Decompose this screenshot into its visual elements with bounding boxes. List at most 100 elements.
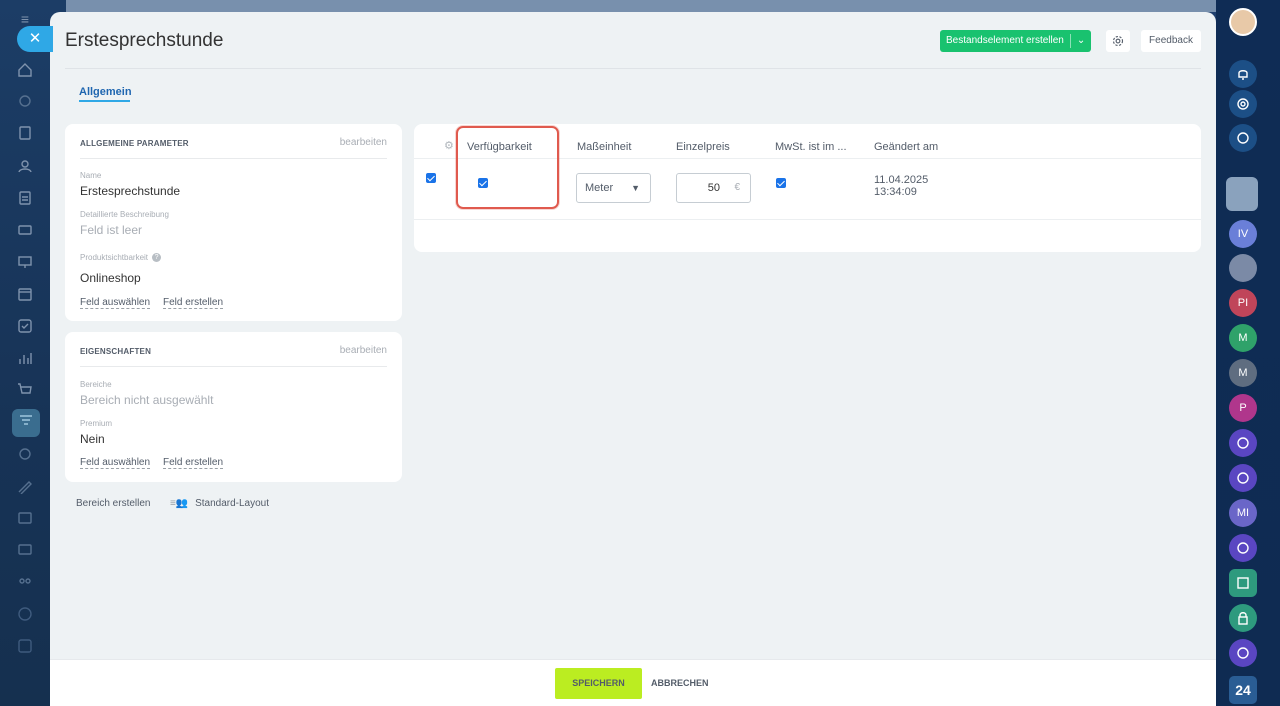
checklist-icon[interactable]: [1229, 569, 1257, 597]
changed-date: 11.04.2025: [874, 174, 929, 186]
create-field-link[interactable]: Feld erstellen: [163, 297, 224, 309]
avatar-mi[interactable]: MI: [1229, 499, 1257, 527]
product-slider: Erstesprechstunde Bestandselement erstel…: [50, 12, 1216, 706]
split-separator: [1069, 34, 1071, 48]
edit-link[interactable]: bearbeiten: [340, 345, 387, 356]
openline-icon-4[interactable]: [1229, 639, 1257, 667]
changed-at: 11.04.2025 13:34:09: [874, 174, 928, 198]
user-avatar[interactable]: [1229, 8, 1257, 36]
areas-value: Bereich nicht ausgewählt: [80, 393, 214, 407]
save-button[interactable]: SPEICHERN: [555, 668, 642, 699]
standard-layout-link[interactable]: ≡👥 Standard-Layout: [170, 498, 269, 509]
create-area-link[interactable]: Bereich erstellen: [76, 498, 150, 509]
areas-label: Bereiche: [80, 380, 112, 389]
sign-icon[interactable]: [16, 478, 34, 496]
select-field-link[interactable]: Feld auswählen: [80, 297, 151, 309]
cart-icon[interactable]: [16, 382, 34, 400]
general-parameters-card: ALLGEMEINE PARAMETER bearbeiten Name Ers…: [65, 124, 402, 321]
card-heading: ALLGEMEINE PARAMETER: [80, 139, 189, 148]
chat-icon[interactable]: [16, 542, 34, 560]
description-label: Detaillierte Beschreibung: [80, 210, 169, 219]
row-select-checkbox[interactable]: [426, 173, 436, 183]
avatar-m2[interactable]: M: [1229, 359, 1257, 387]
standard-layout-label: Standard-Layout: [195, 498, 270, 509]
create-field-link[interactable]: Feld erstellen: [163, 457, 224, 469]
chevron-down-icon: ▼: [631, 183, 640, 193]
column-header-price[interactable]: Einzelpreis: [676, 141, 730, 153]
column-header-unit[interactable]: Maßeinheit: [577, 141, 631, 153]
availability-highlight-frame: [456, 126, 559, 209]
visibility-label-text: Produktsichtbarkeit: [80, 253, 149, 262]
select-field-link[interactable]: Feld auswählen: [80, 457, 151, 469]
help-icon[interactable]: [16, 606, 34, 624]
visibility-label: Produktsichtbarkeit?: [80, 253, 162, 263]
home-icon[interactable]: [16, 62, 34, 80]
target-icon[interactable]: [16, 446, 34, 464]
bell-icon[interactable]: [1229, 60, 1257, 88]
feedback-button[interactable]: Feedback: [1141, 30, 1201, 52]
price-input[interactable]: 50 €: [676, 173, 751, 203]
card-icon[interactable]: [16, 222, 34, 240]
unit-value: Meter: [585, 182, 614, 194]
help-question-icon[interactable]: ?: [152, 253, 162, 263]
avatar-photo[interactable]: [1229, 254, 1257, 282]
box-icon[interactable]: [16, 510, 34, 528]
avatar-iv[interactable]: IV: [1229, 220, 1257, 248]
file-icon[interactable]: [16, 190, 34, 208]
more-icon[interactable]: [16, 638, 34, 656]
avatar-p[interactable]: P: [1229, 394, 1257, 422]
column-settings-gear-icon[interactable]: ⚙: [444, 139, 454, 152]
gear-icon: [1112, 35, 1124, 47]
presentation-icon[interactable]: [16, 254, 34, 272]
avatar-pi[interactable]: PI: [1229, 289, 1257, 317]
price-value: 50: [707, 182, 720, 194]
chevron-down-icon[interactable]: ⌄: [1077, 30, 1085, 52]
card-divider: [80, 366, 387, 367]
tab-allgemein[interactable]: Allgemein: [79, 86, 132, 98]
header-divider: [65, 68, 1201, 69]
openline-icon-1[interactable]: [1229, 429, 1257, 457]
name-label: Name: [80, 171, 102, 180]
lock-icon[interactable]: [1229, 604, 1257, 632]
card-divider: [80, 158, 387, 159]
tasks-icon[interactable]: [16, 318, 34, 336]
properties-card: EIGENSCHAFTEN bearbeiten Bereiche Bereic…: [65, 332, 402, 482]
table-row-divider: [414, 219, 1201, 220]
edit-link[interactable]: bearbeiten: [340, 137, 387, 148]
catalog-icon[interactable]: [12, 409, 40, 437]
cancel-button[interactable]: ABBRECHEN: [651, 668, 709, 699]
close-icon: ✕: [28, 30, 42, 47]
spiral-icon[interactable]: [1229, 90, 1257, 118]
search-chat-icon[interactable]: [1229, 124, 1257, 152]
analytics-icon[interactable]: [16, 350, 34, 368]
currency-symbol: €: [734, 182, 740, 193]
app-top-background: [66, 0, 1216, 12]
group-icon[interactable]: [16, 574, 34, 592]
avatar-m1[interactable]: M: [1229, 324, 1257, 352]
form-footer: SPEICHERN ABBRECHEN: [50, 659, 1216, 706]
puzzle-icon[interactable]: [16, 93, 34, 111]
premium-value: Nein: [80, 432, 105, 446]
openline-icon-2[interactable]: [1229, 464, 1257, 492]
visibility-value: Onlineshop: [80, 271, 141, 285]
card-heading: EIGENSCHAFTEN: [80, 347, 152, 356]
calendar-icon[interactable]: [16, 286, 34, 304]
vat-included-checkbox[interactable]: [776, 178, 786, 188]
description-value: Feld ist leer: [80, 223, 143, 237]
contacts-icon[interactable]: [16, 158, 34, 176]
unit-select[interactable]: Meter ▼: [576, 173, 651, 203]
settings-button[interactable]: [1106, 30, 1130, 52]
document-icon[interactable]: [16, 125, 34, 143]
column-header-changed[interactable]: Geändert am: [874, 141, 938, 153]
create-inventory-label: Bestandselement erstellen: [946, 35, 1064, 46]
premium-label: Premium: [80, 419, 113, 428]
create-inventory-button[interactable]: Bestandselement erstellen ⌄: [940, 30, 1092, 52]
bitrix24-logo[interactable]: 24: [1229, 676, 1257, 704]
contact-avatar-active[interactable]: [1226, 177, 1258, 211]
layout-users-icon: ≡👥: [170, 498, 189, 509]
openline-icon-3[interactable]: [1229, 534, 1257, 562]
column-header-vat[interactable]: MwSt. ist im ...: [775, 141, 847, 153]
close-slider-button[interactable]: ✕: [17, 26, 53, 52]
tab-active-underline: [79, 100, 130, 102]
name-value: Erstesprechstunde: [80, 184, 181, 198]
